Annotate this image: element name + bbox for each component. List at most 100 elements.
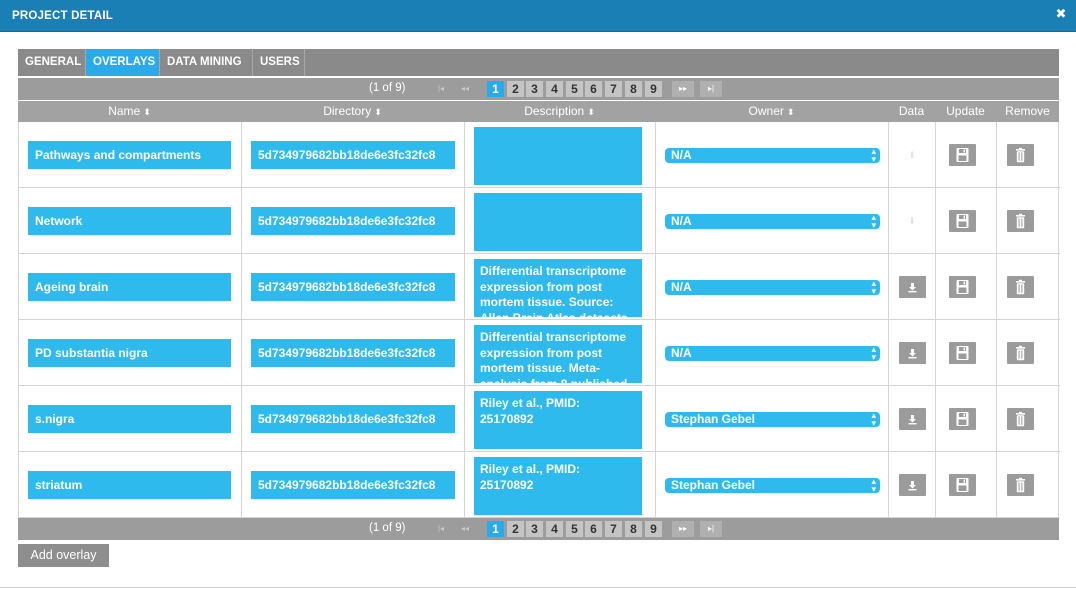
sort-icon: ⬍ — [143, 107, 151, 117]
update-button[interactable] — [949, 342, 976, 364]
remove-button[interactable] — [1007, 474, 1034, 496]
page-button-1[interactable]: 1 — [487, 81, 504, 97]
update-button[interactable] — [949, 474, 976, 496]
overlay-description-input[interactable]: Differential transcriptome expression fr… — [474, 325, 642, 383]
overlay-name-input[interactable]: s.nigra — [28, 405, 231, 433]
page-button-7[interactable]: 7 — [605, 521, 622, 537]
page-button-3[interactable]: 3 — [526, 521, 543, 537]
page-button-5[interactable]: 5 — [566, 81, 583, 97]
overlay-name-input[interactable]: striatum — [28, 471, 231, 499]
select-arrows-icon: ▴ ▾ — [871, 344, 876, 362]
download-icon: ⬇ — [908, 216, 916, 226]
overlay-name-input[interactable]: Ageing brain — [28, 273, 231, 301]
tab-general[interactable]: GENERAL — [18, 49, 86, 76]
overlay-name-input[interactable]: PD substantia nigra — [28, 339, 231, 367]
first-page-icon[interactable]: |◂ — [430, 521, 452, 537]
column-header-name[interactable]: Name ⬍ — [18, 101, 241, 122]
update-button[interactable] — [949, 408, 976, 430]
page-button-2[interactable]: 2 — [507, 81, 524, 97]
overlay-description-input[interactable] — [474, 127, 642, 185]
page-button-6[interactable]: 6 — [585, 81, 602, 97]
download-icon: ⬇ — [908, 150, 916, 160]
overlay-description-input[interactable] — [474, 193, 642, 251]
column-header-owner[interactable]: Owner ⬍ — [655, 101, 888, 122]
prev-page-icon[interactable]: ◂◂ — [454, 521, 476, 537]
pagination-bottom: (1 of 9) |◂ ◂◂ 1 2 3 4 5 6 7 8 9 ▸▸ ▸| — [18, 518, 1059, 540]
remove-button[interactable] — [1007, 408, 1034, 430]
owner-value: N/A — [671, 280, 692, 294]
remove-cell — [997, 122, 1060, 188]
page-button-8[interactable]: 8 — [625, 81, 642, 97]
name-cell: Ageing brain — [19, 254, 242, 320]
page-button-1[interactable]: 1 — [487, 521, 504, 537]
tab-data-mining[interactable]: DATA MINING — [160, 49, 253, 76]
remove-button[interactable] — [1007, 276, 1034, 298]
description-cell — [465, 122, 656, 188]
page-button-6[interactable]: 6 — [585, 521, 602, 537]
page-button-4[interactable]: 4 — [546, 521, 563, 537]
data-cell: ⬇ — [889, 188, 936, 254]
owner-select[interactable]: N/A ▴ ▾ — [665, 279, 880, 296]
column-header-remove: Remove — [1005, 104, 1050, 118]
owner-select[interactable]: Stephan Gebel ▴ ▾ — [665, 410, 880, 428]
overlay-name-input[interactable]: Pathways and compartments — [28, 141, 231, 169]
remove-button[interactable] — [1007, 144, 1034, 166]
column-header-directory[interactable]: Directory ⬍ — [241, 101, 464, 122]
page-button-5[interactable]: 5 — [566, 521, 583, 537]
overlay-description-input[interactable]: Differential transcriptome expression fr… — [474, 259, 642, 317]
owner-select[interactable]: Stephan Gebel ▴ ▾ — [665, 476, 880, 494]
owner-select[interactable]: N/A ▴ ▾ — [665, 344, 880, 362]
page-button-8[interactable]: 8 — [625, 521, 642, 537]
title-bar: PROJECT DETAIL ✖ — [0, 0, 1076, 32]
name-cell: Network — [19, 188, 242, 254]
remove-button[interactable] — [1007, 210, 1034, 232]
remove-cell — [997, 188, 1060, 254]
next-page-icon[interactable]: ▸▸ — [672, 81, 694, 97]
prev-page-icon[interactable]: ◂◂ — [454, 81, 476, 97]
remove-cell — [997, 386, 1060, 452]
overlay-description-input[interactable]: Riley et al., PMID: 25170892 — [474, 457, 642, 515]
select-arrows-icon: ▴ ▾ — [871, 410, 876, 428]
overlay-description-input[interactable]: Riley et al., PMID: 25170892 — [474, 391, 642, 449]
download-button[interactable] — [899, 408, 926, 430]
description-cell: Differential transcriptome expression fr… — [465, 320, 656, 386]
owner-cell: Stephan Gebel ▴ ▾ — [656, 386, 889, 452]
owner-select[interactable]: N/A ▴ ▾ — [665, 147, 880, 164]
table-row: striatum 5d734979682bb18de6e3fc32fc8 Riley… — [19, 452, 1060, 518]
download-button[interactable] — [899, 474, 926, 496]
first-page-icon[interactable]: |◂ — [430, 81, 452, 97]
page-button-4[interactable]: 4 — [546, 81, 563, 97]
last-page-icon[interactable]: ▸| — [700, 521, 722, 537]
tab-users[interactable]: USERS — [253, 49, 305, 76]
close-icon[interactable]: ✖ — [1054, 6, 1068, 22]
data-cell — [889, 320, 936, 386]
tab-overlays[interactable]: OVERLAYS — [86, 49, 160, 76]
table-row: PD substantia nigra 5d734979682bb18de6e3f… — [19, 320, 1060, 386]
owner-value: N/A — [671, 346, 692, 360]
download-button[interactable] — [899, 342, 926, 364]
page-button-7[interactable]: 7 — [605, 81, 622, 97]
page-button-3[interactable]: 3 — [526, 81, 543, 97]
last-page-icon[interactable]: ▸| — [700, 81, 722, 97]
next-page-icon[interactable]: ▸▸ — [672, 521, 694, 537]
page-count: (1 of 9) — [369, 522, 406, 534]
table-row: Pathways and compartments 5d734979682bb18… — [19, 122, 1060, 188]
update-button[interactable] — [949, 210, 976, 232]
add-overlay-button[interactable]: Add overlay — [18, 544, 109, 567]
directory-cell: 5d734979682bb18de6e3fc32fc8 — [242, 254, 465, 320]
column-header-description[interactable]: Description ⬍ — [464, 101, 655, 122]
select-arrows-icon: ▴ ▾ — [871, 476, 876, 494]
owner-cell: N/A ▴ ▾ — [656, 254, 889, 320]
overlay-name-input[interactable]: Network — [28, 207, 231, 235]
remove-button[interactable] — [1007, 342, 1034, 364]
download-button[interactable] — [899, 276, 926, 298]
owner-select[interactable]: N/A ▴ ▾ — [665, 212, 880, 230]
page-button-9[interactable]: 9 — [645, 521, 662, 537]
page-button-9[interactable]: 9 — [645, 81, 662, 97]
update-button[interactable] — [949, 276, 976, 298]
select-arrows-icon: ▴ ▾ — [871, 212, 876, 230]
owner-cell: N/A ▴ ▾ — [656, 122, 889, 188]
page-button-2[interactable]: 2 — [507, 521, 524, 537]
update-button[interactable] — [949, 144, 976, 166]
directory-cell: 5d734979682bb18de6e3fc32fc8 — [242, 320, 465, 386]
